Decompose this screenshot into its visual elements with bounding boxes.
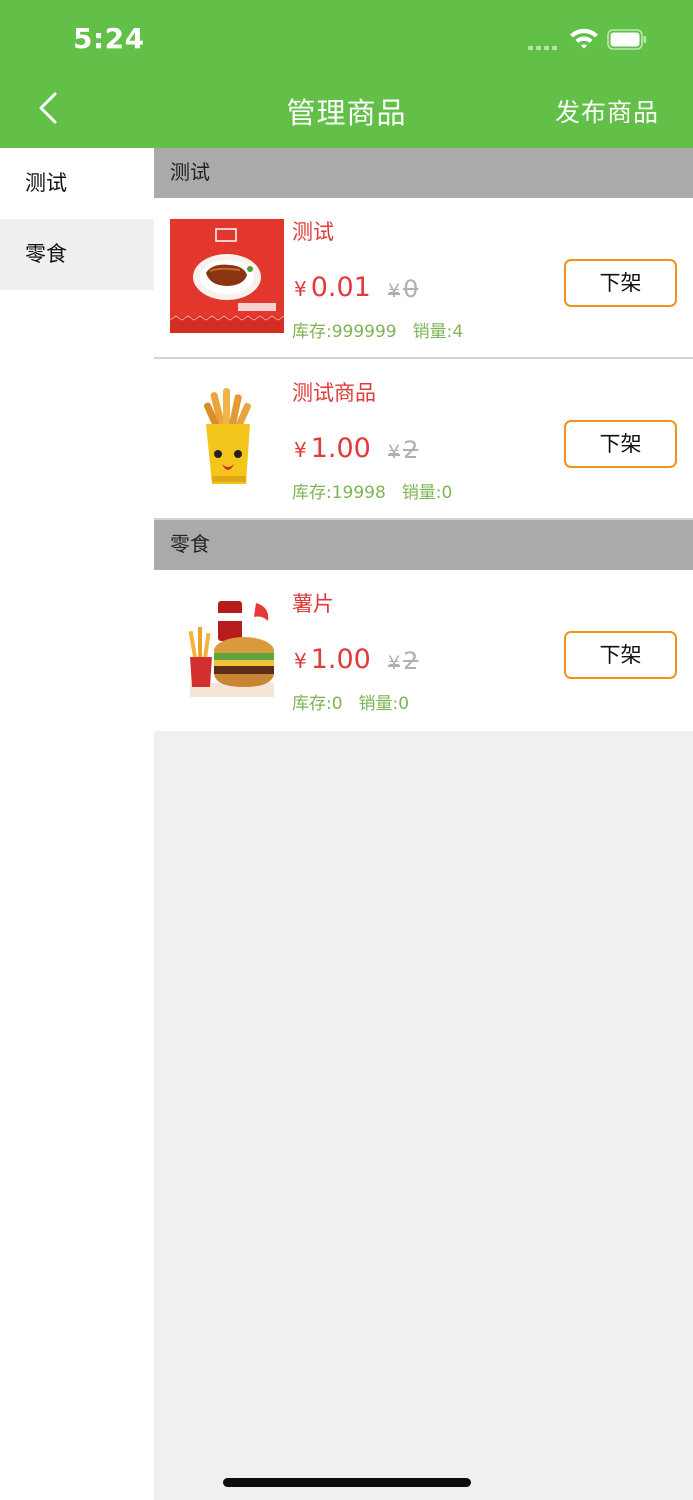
price-value: 1.00: [310, 644, 371, 675]
product-name: 薯片: [292, 592, 334, 616]
product-meta: 库存:19998 销量:0: [292, 478, 452, 503]
sales-label: 销量:0: [401, 483, 453, 503]
category-sidebar: 测试 零食: [0, 148, 154, 1500]
sales-label: 销量:0: [358, 694, 410, 714]
original-price-value: 2: [403, 436, 419, 464]
product-name: 测试: [292, 220, 334, 244]
product-price: ¥0.01: [294, 272, 371, 303]
product-image: [170, 380, 284, 494]
currency-symbol: ¥: [388, 280, 401, 302]
sidebar-item-snacks[interactable]: 零食: [0, 219, 154, 290]
home-indicator[interactable]: [223, 1478, 471, 1487]
original-price-value: 0: [403, 275, 419, 303]
product-meta: 库存:0 销量:0: [292, 689, 409, 714]
original-price-value: 2: [403, 647, 419, 675]
section-header: 零食: [154, 520, 693, 570]
original-price: ¥2: [388, 647, 418, 675]
delist-button[interactable]: 下架: [564, 259, 677, 307]
product-list: 测试 测试 ¥0.01 ¥0 库存:999999 销量:4 下架 测试商品 ¥ …: [154, 148, 693, 731]
delist-button[interactable]: 下架: [564, 631, 677, 679]
status-time: 5:24: [73, 22, 145, 55]
price-value: 1.00: [310, 433, 371, 464]
delist-button[interactable]: 下架: [564, 420, 677, 468]
currency-symbol: ¥: [294, 438, 307, 462]
stock-label: 库存:19998: [292, 483, 386, 503]
currency-symbol: ¥: [388, 652, 401, 674]
nav-bar: 5:24 管理商品 发布商品: [0, 0, 693, 148]
stock-label: 库存:999999: [292, 322, 397, 342]
currency-symbol: ¥: [388, 441, 401, 463]
cellular-signal-icon: [528, 44, 562, 50]
original-price: ¥0: [388, 275, 418, 303]
sales-label: 销量:4: [412, 322, 464, 342]
product-price: ¥1.00: [294, 644, 371, 675]
battery-icon: [607, 29, 647, 50]
product-row[interactable]: 测试 ¥0.01 ¥0 库存:999999 销量:4 下架: [154, 198, 693, 359]
product-name: 测试商品: [292, 381, 376, 405]
product-row[interactable]: 薯片 ¥1.00 ¥2 库存:0 销量:0 下架: [154, 570, 693, 731]
publish-product-button[interactable]: 发布商品: [555, 93, 659, 129]
sidebar-item-test[interactable]: 测试: [0, 148, 154, 219]
section-header: 测试: [154, 148, 693, 198]
product-meta: 库存:999999 销量:4: [292, 317, 463, 342]
currency-symbol: ¥: [294, 649, 307, 673]
product-price: ¥1.00: [294, 433, 371, 464]
product-image: [170, 219, 284, 333]
product-image: [170, 591, 284, 705]
wifi-icon: [569, 26, 599, 50]
stock-label: 库存:0: [292, 694, 343, 714]
price-value: 0.01: [310, 272, 371, 303]
product-row[interactable]: 测试商品 ¥1.00 ¥2 库存:19998 销量:0 下架: [154, 359, 693, 520]
original-price: ¥2: [388, 436, 418, 464]
currency-symbol: ¥: [294, 277, 307, 301]
